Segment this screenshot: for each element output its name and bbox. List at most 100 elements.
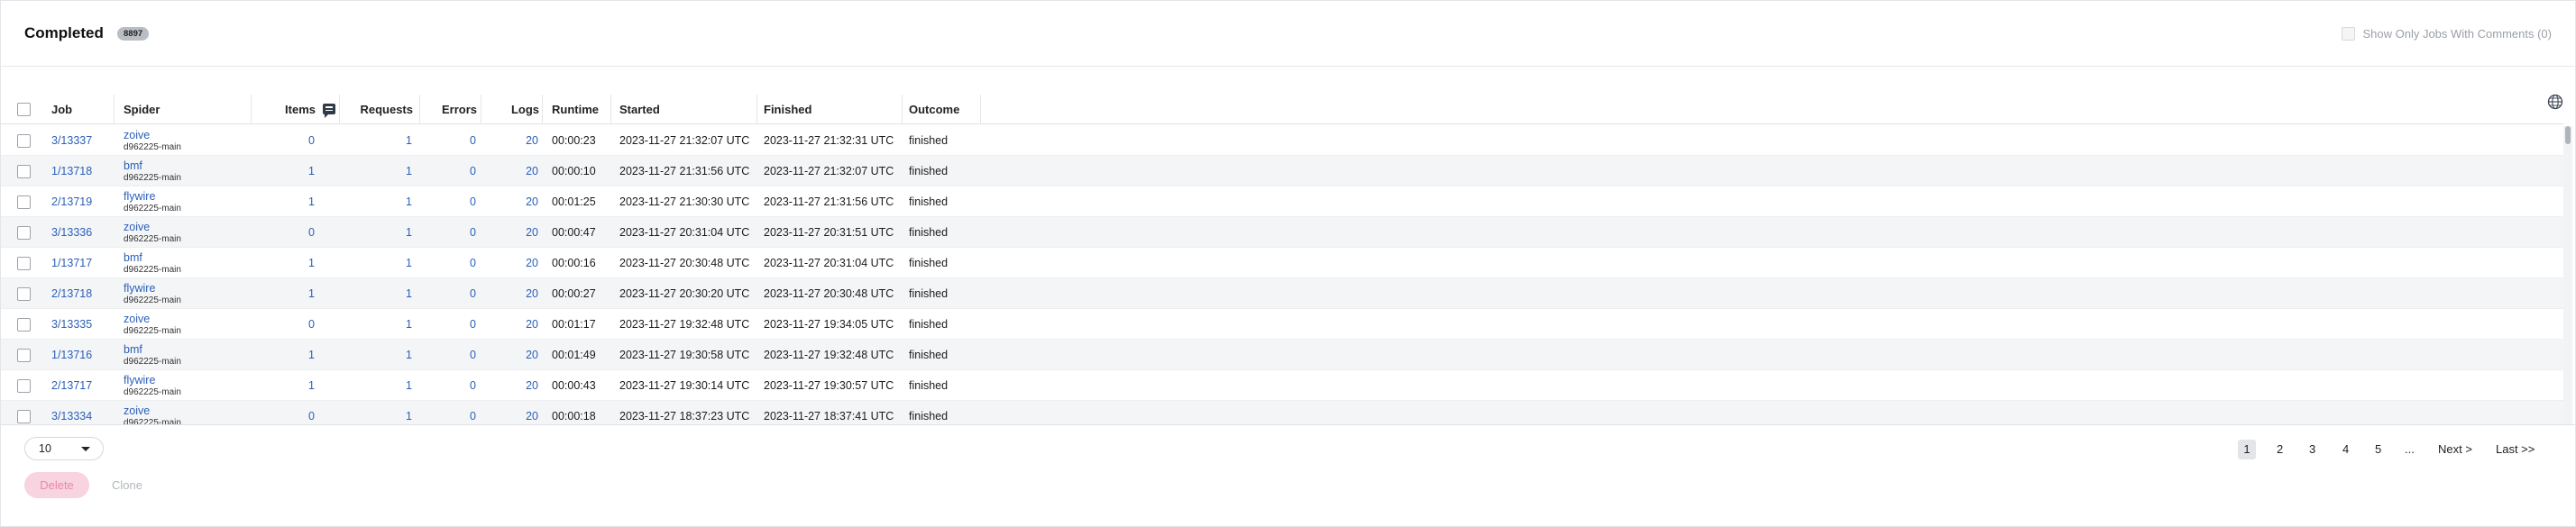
spider-link[interactable]: flywire <box>124 374 155 386</box>
column-logs[interactable]: Logs <box>481 95 543 124</box>
logs-count[interactable]: 20 <box>481 217 538 248</box>
requests-count[interactable]: 1 <box>340 156 412 186</box>
spider-link[interactable]: zoive <box>124 313 150 325</box>
logs-count[interactable]: 20 <box>481 340 538 370</box>
items-count[interactable]: 1 <box>252 156 315 186</box>
logs-count[interactable]: 20 <box>481 125 538 156</box>
column-finished[interactable]: Finished <box>764 95 903 124</box>
started-value: 2023-11-27 21:31:56 UTC <box>619 165 750 177</box>
page-size-select[interactable]: 10 <box>24 437 104 460</box>
errors-count[interactable]: 0 <box>420 125 476 156</box>
logs-count[interactable]: 20 <box>481 186 538 217</box>
comments-filter-checkbox[interactable] <box>2342 27 2356 41</box>
items-count[interactable]: 1 <box>252 340 315 370</box>
job-link[interactable]: 1/13716 <box>51 340 115 370</box>
items-count[interactable]: 1 <box>252 278 315 309</box>
page-4[interactable]: 4 <box>2342 440 2349 459</box>
row-checkbox[interactable] <box>17 195 31 209</box>
logs-count[interactable]: 20 <box>481 401 538 424</box>
items-count[interactable]: 1 <box>252 370 315 401</box>
spider-link[interactable]: bmf <box>124 343 142 356</box>
errors-count[interactable]: 0 <box>420 370 476 401</box>
errors-count[interactable]: 0 <box>420 248 476 278</box>
outcome-value: finished <box>909 257 949 269</box>
row-checkbox[interactable] <box>17 318 31 332</box>
requests-count[interactable]: 1 <box>340 217 412 248</box>
row-checkbox[interactable] <box>17 287 31 301</box>
spider-link[interactable]: zoive <box>124 404 150 417</box>
requests-count[interactable]: 1 <box>340 309 412 340</box>
requests-count[interactable]: 1 <box>340 248 412 278</box>
last-page-link[interactable]: Last >> <box>2496 440 2535 459</box>
next-page-link[interactable]: Next > <box>2438 440 2472 459</box>
errors-count[interactable]: 0 <box>420 278 476 309</box>
errors-count[interactable]: 0 <box>420 217 476 248</box>
job-link[interactable]: 3/13335 <box>51 309 115 340</box>
requests-count[interactable]: 1 <box>340 125 412 156</box>
spider-link[interactable]: bmf <box>124 159 142 172</box>
column-runtime[interactable]: Runtime <box>552 95 611 124</box>
runtime-value: 00:00:23 <box>552 134 596 147</box>
row-checkbox[interactable] <box>17 349 31 362</box>
errors-count[interactable]: 0 <box>420 309 476 340</box>
job-link[interactable]: 2/13718 <box>51 278 115 309</box>
spider-link[interactable]: flywire <box>124 282 155 295</box>
requests-count[interactable]: 1 <box>340 278 412 309</box>
table-row: zoive d962225-main 3/13335 0 1 0 20 00:01:17 202… <box>1 309 2563 340</box>
scrollbar-thumb[interactable] <box>2565 126 2571 144</box>
page-5[interactable]: 5 <box>2375 440 2381 459</box>
items-count[interactable]: 0 <box>252 217 315 248</box>
row-checkbox[interactable] <box>17 134 31 148</box>
requests-count[interactable]: 1 <box>340 186 412 217</box>
job-link[interactable]: 3/13337 <box>51 125 115 156</box>
job-link[interactable]: 2/13719 <box>51 186 115 217</box>
errors-count[interactable]: 0 <box>420 340 476 370</box>
comments-filter[interactable]: Show Only Jobs With Comments (0) <box>2342 27 2552 41</box>
column-started[interactable]: Started <box>619 95 757 124</box>
table-scrollbar[interactable] <box>2563 126 2572 424</box>
items-count[interactable]: 1 <box>252 186 315 217</box>
requests-count[interactable]: 1 <box>340 370 412 401</box>
errors-count[interactable]: 0 <box>420 401 476 424</box>
column-errors[interactable]: Errors <box>420 95 481 124</box>
column-requests[interactable]: Requests <box>340 95 420 124</box>
row-checkbox[interactable] <box>17 257 31 270</box>
spider-link[interactable]: zoive <box>124 129 150 141</box>
clone-button[interactable]: Clone <box>112 472 142 498</box>
items-count[interactable]: 0 <box>252 401 315 424</box>
errors-count[interactable]: 0 <box>420 156 476 186</box>
row-checkbox[interactable] <box>17 379 31 393</box>
column-job[interactable]: Job <box>51 95 115 124</box>
logs-count[interactable]: 20 <box>481 156 538 186</box>
row-checkbox[interactable] <box>17 165 31 178</box>
logs-count[interactable]: 20 <box>481 309 538 340</box>
job-link[interactable]: 2/13717 <box>51 370 115 401</box>
page-3[interactable]: 3 <box>2309 440 2315 459</box>
items-count[interactable]: 0 <box>252 125 315 156</box>
items-count[interactable]: 1 <box>252 248 315 278</box>
logs-count[interactable]: 20 <box>481 370 538 401</box>
finished-value: 2023-11-27 21:32:07 UTC <box>764 165 894 177</box>
requests-count[interactable]: 1 <box>340 401 412 424</box>
delete-button[interactable]: Delete <box>24 472 89 498</box>
logs-count[interactable]: 20 <box>481 248 538 278</box>
items-count[interactable]: 0 <box>252 309 315 340</box>
page-1[interactable]: 1 <box>2238 440 2256 459</box>
page-2[interactable]: 2 <box>2277 440 2283 459</box>
spider-link[interactable]: zoive <box>124 221 150 233</box>
column-spider[interactable]: Spider <box>124 95 252 124</box>
row-checkbox[interactable] <box>17 410 31 423</box>
job-link[interactable]: 3/13336 <box>51 217 115 248</box>
job-link[interactable]: 3/13334 <box>51 401 115 424</box>
logs-count[interactable]: 20 <box>481 278 538 309</box>
table-row: bmf d962225-main 1/13716 1 1 0 20 00:01:49 2023-… <box>1 340 2563 370</box>
select-all-checkbox[interactable] <box>17 103 31 116</box>
row-checkbox[interactable] <box>17 226 31 240</box>
spider-link[interactable]: flywire <box>124 190 155 203</box>
spider-link[interactable]: bmf <box>124 251 142 264</box>
column-outcome[interactable]: Outcome <box>909 95 981 124</box>
requests-count[interactable]: 1 <box>340 340 412 370</box>
job-link[interactable]: 1/13717 <box>51 248 115 278</box>
job-link[interactable]: 1/13718 <box>51 156 115 186</box>
errors-count[interactable]: 0 <box>420 186 476 217</box>
